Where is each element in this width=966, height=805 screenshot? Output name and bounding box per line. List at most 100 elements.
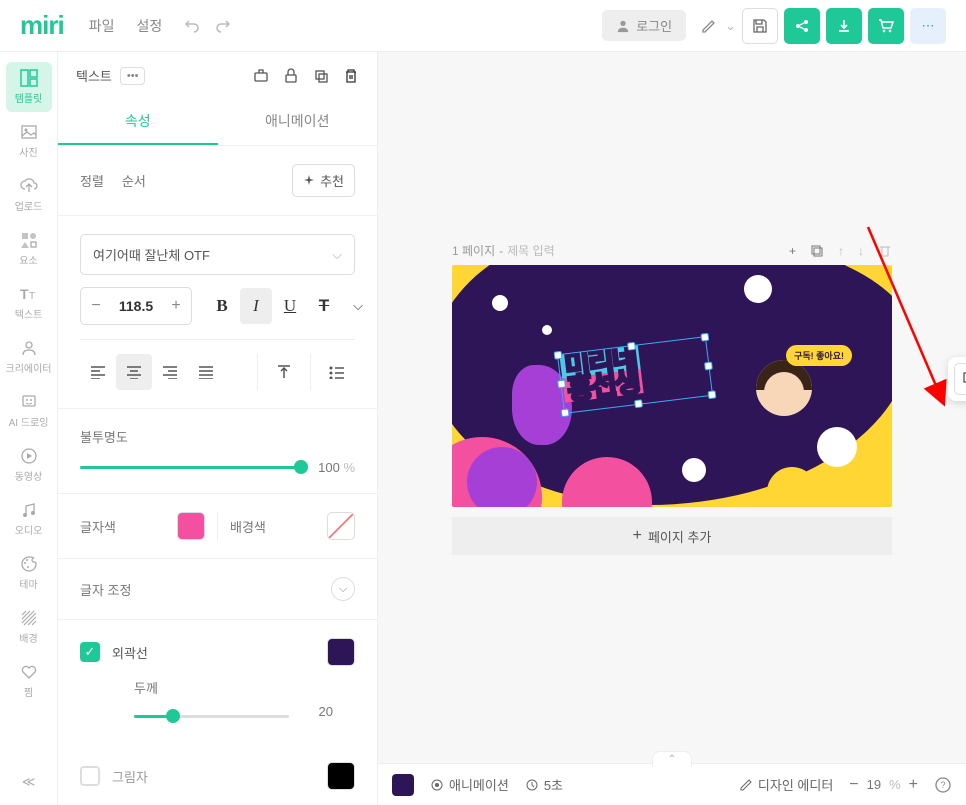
char-adjust-expand[interactable]: ⌵ xyxy=(331,577,355,601)
font-select[interactable]: 여기어때 잘난체 OTF ⌵ xyxy=(80,234,355,275)
logo: miri xyxy=(20,10,64,41)
avatar-image xyxy=(756,360,812,416)
rail-background[interactable]: 배경 xyxy=(6,602,52,652)
label-order[interactable]: 순서 xyxy=(122,171,146,190)
rail-element[interactable]: 요소 xyxy=(6,224,52,274)
align-center[interactable] xyxy=(116,354,152,390)
save-button[interactable] xyxy=(742,8,778,44)
add-page-button[interactable]: +페이지 추가 xyxy=(452,517,892,555)
bottom-color-swatch[interactable] xyxy=(392,774,414,796)
share-button[interactable] xyxy=(784,8,820,44)
bottom-duration[interactable]: 5초 xyxy=(525,775,563,794)
opacity-label: 불투명도 xyxy=(80,427,355,446)
clock-icon xyxy=(525,778,539,792)
outline-label: 외곽선 xyxy=(112,643,148,662)
canvas-area: 1 페이지 - 제목 입력 + ↑ ↓ xyxy=(378,52,966,805)
more-button[interactable]: ⋯ xyxy=(910,8,946,44)
rail-video[interactable]: 동영상 xyxy=(6,440,52,490)
outline-color-swatch[interactable] xyxy=(327,638,355,666)
size-decrease[interactable]: − xyxy=(81,297,111,315)
valign-top[interactable] xyxy=(266,354,302,390)
login-button[interactable]: 로그인 xyxy=(602,10,686,41)
svg-text:T: T xyxy=(29,291,35,302)
chevron-down-icon[interactable]: ⌄ xyxy=(725,18,736,34)
rail-favorite[interactable]: 찜 xyxy=(6,656,52,706)
more-format[interactable]: ⌵ xyxy=(342,288,374,324)
animation-icon xyxy=(430,778,444,792)
tab-animation[interactable]: 애니메이션 xyxy=(218,99,378,145)
opacity-slider[interactable] xyxy=(80,466,301,469)
top-bar: miri 파일 설정 로그인 ⌄ ⋯ xyxy=(0,0,966,52)
help-icon[interactable]: ? xyxy=(934,776,952,794)
rail-template[interactable]: 템플릿 xyxy=(6,62,52,112)
size-value[interactable]: 118.5 xyxy=(111,298,161,314)
shadow-checkbox[interactable] xyxy=(80,766,100,786)
panel-more-button[interactable]: ••• xyxy=(120,67,146,85)
rail-creator[interactable]: 크리에이터 xyxy=(6,332,52,382)
rail-ai-drawing[interactable]: AI 드로잉 xyxy=(6,386,52,436)
align-left[interactable] xyxy=(80,354,116,390)
cart-button[interactable] xyxy=(868,8,904,44)
rail-audio[interactable]: 오디오 xyxy=(6,494,52,544)
rail-theme[interactable]: 테마 xyxy=(6,548,52,598)
thickness-label: 두께 xyxy=(134,678,333,697)
annotation-arrow xyxy=(858,217,966,417)
pencil-icon[interactable] xyxy=(701,18,717,34)
shadow-label: 그림자 xyxy=(112,767,148,786)
underline-button[interactable]: U xyxy=(274,288,306,324)
svg-text:?: ? xyxy=(940,780,945,790)
menu-settings[interactable]: 설정 xyxy=(136,16,162,36)
chevron-down-icon: ⌵ xyxy=(332,247,342,263)
download-button[interactable] xyxy=(826,8,862,44)
design-canvas[interactable]: 구독! 좋아요! 미리네 흥선생 xyxy=(452,265,892,507)
page-number: 1 페이지 xyxy=(452,242,495,259)
bg-color-swatch[interactable] xyxy=(327,512,355,540)
rail-upload[interactable]: 업로드 xyxy=(6,170,52,220)
text-color-swatch[interactable] xyxy=(177,512,205,540)
page-add-icon[interactable]: + xyxy=(789,244,796,258)
user-icon xyxy=(616,19,630,33)
link-icon[interactable] xyxy=(253,68,269,84)
zoom-in[interactable]: + xyxy=(909,776,918,794)
zoom-out[interactable]: − xyxy=(849,776,858,794)
char-adjust-label: 글자 조정 xyxy=(80,580,131,599)
font-size-stepper: − 118.5 + xyxy=(80,287,192,325)
text-color-label: 글자색 xyxy=(80,517,116,536)
bottom-editor[interactable]: 디자인 에디터 xyxy=(739,775,833,794)
bottom-bar: 애니메이션 5초 디자인 에디터 − 19 % + ? xyxy=(378,763,966,805)
pencil-icon xyxy=(739,778,753,792)
shadow-color-swatch[interactable] xyxy=(327,762,355,790)
list-button[interactable] xyxy=(319,354,355,390)
redo-button[interactable] xyxy=(215,18,231,34)
outline-checkbox[interactable]: ✓ xyxy=(80,642,100,662)
panel-title: 텍스트 xyxy=(76,66,112,85)
rail-text[interactable]: TT텍스트 xyxy=(6,278,52,328)
delete-icon[interactable] xyxy=(343,68,359,84)
sparkle-icon xyxy=(303,175,315,187)
copy-icon[interactable] xyxy=(313,68,329,84)
recommend-button[interactable]: 추천 xyxy=(292,164,355,197)
bold-button[interactable]: B xyxy=(206,288,238,324)
strikethrough-button[interactable]: T xyxy=(308,288,340,324)
align-justify[interactable] xyxy=(188,354,224,390)
lock-icon[interactable] xyxy=(283,68,299,84)
undo-button[interactable] xyxy=(184,18,200,34)
page-title-input[interactable]: 제목 입력 xyxy=(507,242,555,259)
tab-properties[interactable]: 속성 xyxy=(58,99,218,145)
size-increase[interactable]: + xyxy=(161,297,191,315)
page-up-icon: ↑ xyxy=(838,244,844,258)
menu-file[interactable]: 파일 xyxy=(89,16,115,36)
rail-photo[interactable]: 사진 xyxy=(6,116,52,166)
svg-text:T: T xyxy=(20,286,29,302)
zoom-value[interactable]: 19 xyxy=(867,777,881,792)
bottom-animation[interactable]: 애니메이션 xyxy=(430,775,509,794)
bottom-expand-handle[interactable]: ⌃ xyxy=(652,751,692,767)
italic-button[interactable]: I xyxy=(240,288,272,324)
thickness-slider[interactable] xyxy=(134,715,289,718)
align-right[interactable] xyxy=(152,354,188,390)
bg-color-label: 배경색 xyxy=(230,517,266,536)
page-copy-icon[interactable] xyxy=(810,244,824,258)
rail-collapse[interactable]: ≪ xyxy=(22,774,36,790)
side-rail: 템플릿 사진 업로드 요소 TT텍스트 크리에이터 AI 드로잉 동영상 오디오… xyxy=(0,52,58,805)
label-align[interactable]: 정렬 xyxy=(80,171,104,190)
